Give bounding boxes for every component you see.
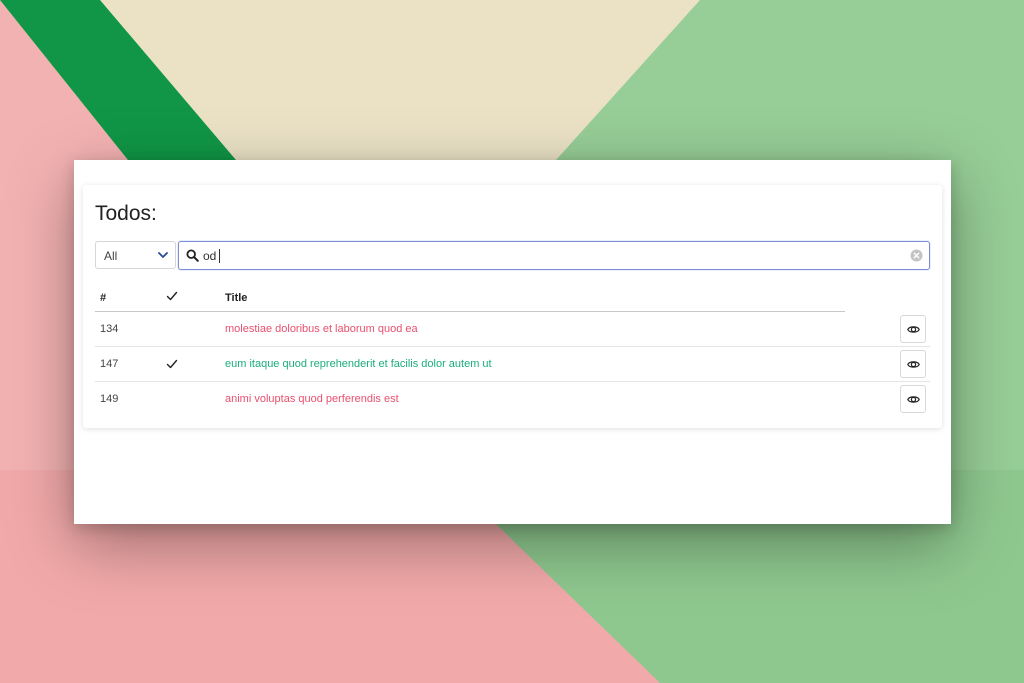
- search-input[interactable]: [203, 246, 893, 265]
- todos-card: Todos: All #: [83, 185, 942, 428]
- todo-id: 134: [100, 323, 119, 335]
- header-title: Title: [225, 292, 248, 304]
- eye-icon: [907, 361, 920, 368]
- header-number: #: [100, 292, 107, 304]
- checkmark-icon: [166, 359, 178, 369]
- todos-table: # Title 134 molestiae doloribus et labor…: [95, 287, 930, 417]
- eye-icon: [907, 326, 920, 333]
- table-row: 147 eum itaque quod reprehenderit et fac…: [95, 347, 930, 382]
- todo-title: molestiae doloribus et laborum quod ea: [225, 323, 418, 335]
- status-filter-value: All: [104, 249, 118, 263]
- chevron-down-icon: [158, 252, 168, 258]
- todo-title: animi voluptas quod perferendis est: [225, 393, 399, 405]
- view-todo-button[interactable]: [900, 385, 926, 413]
- table-row: 149 animi voluptas quod perferendis est: [95, 382, 930, 417]
- text-caret: [219, 249, 220, 263]
- table-header: # Title: [95, 287, 845, 312]
- todo-title: eum itaque quod reprehenderit et facilis…: [225, 358, 492, 370]
- app-window: Todos: All #: [74, 160, 951, 524]
- clear-circle-icon[interactable]: [910, 249, 923, 262]
- view-todo-button[interactable]: [900, 315, 926, 343]
- todo-id: 147: [100, 358, 119, 370]
- search-icon: [186, 249, 199, 262]
- page-title: Todos:: [95, 202, 157, 225]
- eye-icon: [907, 396, 920, 403]
- status-filter-select[interactable]: All: [95, 241, 176, 269]
- table-row: 134 molestiae doloribus et laborum quod …: [95, 312, 930, 347]
- search-box[interactable]: [178, 241, 930, 270]
- view-todo-button[interactable]: [900, 350, 926, 378]
- checkmark-icon: [166, 291, 178, 301]
- todo-id: 149: [100, 393, 119, 405]
